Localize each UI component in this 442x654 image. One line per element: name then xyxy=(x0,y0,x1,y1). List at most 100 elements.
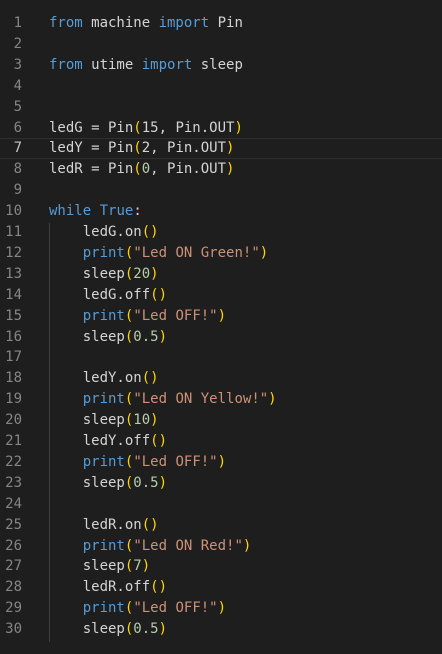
code-token: print xyxy=(82,244,125,261)
code-token: "Led ON Red!" xyxy=(133,537,243,554)
code-line[interactable]: 16 sleep(0.5) xyxy=(0,327,442,348)
code-line[interactable]: 8 ledR = Pin(0, Pin.OUT) xyxy=(0,159,442,180)
line-number: 2 xyxy=(13,35,22,52)
code-token: ) xyxy=(268,391,277,408)
code-text: sleep(0.5) xyxy=(49,327,167,348)
code-line[interactable]: 21 ledY.off() xyxy=(0,431,442,452)
code-text: sleep(10) xyxy=(49,410,159,431)
code-line[interactable]: 1 from machine import Pin xyxy=(0,13,442,34)
code-token: sleep xyxy=(49,621,125,638)
line-number: 19 xyxy=(5,391,22,408)
code-token: while xyxy=(49,203,92,220)
code-token: True xyxy=(99,203,134,220)
code-text: while True: xyxy=(49,201,142,222)
code-line[interactable]: 13 sleep(20) xyxy=(0,264,442,285)
code-token: ledR.on xyxy=(49,516,142,533)
code-line[interactable]: 12 print("Led ON Green!") xyxy=(0,243,442,264)
code-line[interactable]: 3 from utime import sleep xyxy=(0,55,442,76)
code-line[interactable]: 10 while True: xyxy=(0,201,442,222)
code-token: ( xyxy=(133,161,142,178)
code-editor[interactable]: 1 from machine import Pin 2 3 from utime imp… xyxy=(0,0,442,654)
code-line[interactable]: 14 ledG.off() xyxy=(0,285,442,306)
code-line[interactable]: 29 print("Led OFF!") xyxy=(0,598,442,619)
code-token: print xyxy=(82,391,125,408)
code-line[interactable]: 27 sleep(7) xyxy=(0,556,442,577)
code-token: "Led ON Green!" xyxy=(133,244,260,261)
code-line[interactable]: 26 print("Led ON Red!") xyxy=(0,536,442,557)
code-line[interactable]: 25 ledR.on() xyxy=(0,515,442,536)
code-line[interactable]: 24 xyxy=(0,494,442,515)
code-text: ledY.on() xyxy=(49,368,159,389)
code-text: ledG.off() xyxy=(49,285,167,306)
code-line[interactable]: 17 xyxy=(0,347,442,368)
line-number: 1 xyxy=(13,15,22,31)
code-text: ledG.on() xyxy=(49,222,159,243)
line-number: 15 xyxy=(5,307,22,324)
code-line[interactable]: 7 ledY = Pin(2, Pin.OUT) xyxy=(0,138,442,160)
code-text: sleep(0.5) xyxy=(49,619,167,640)
code-token: ) xyxy=(141,558,151,575)
line-number: 6 xyxy=(13,119,22,136)
code-token: ) xyxy=(226,161,235,178)
line-number: 5 xyxy=(13,98,22,115)
code-token: sleep xyxy=(192,56,243,73)
code-token: 20 xyxy=(133,265,151,282)
code-token: ) xyxy=(150,265,159,282)
code-token: ) xyxy=(158,328,168,345)
code-token: "Led OFF!" xyxy=(133,307,218,324)
code-line[interactable]: 9 xyxy=(0,180,442,201)
code-line[interactable]: 2 xyxy=(0,34,442,55)
code-token: print xyxy=(82,307,125,324)
code-line[interactable]: 19 print("Led ON Yellow!") xyxy=(0,389,442,410)
code-token: ) xyxy=(259,244,269,261)
code-token: ) xyxy=(217,453,227,470)
code-text: print("Led OFF!") xyxy=(49,452,226,473)
code-token: "Led OFF!" xyxy=(133,453,218,470)
code-text: ledR = Pin(0, Pin.OUT) xyxy=(49,159,234,180)
code-token: ) xyxy=(150,412,159,429)
code-token: utime xyxy=(82,56,142,73)
code-token: ) xyxy=(234,119,243,136)
line-number: 4 xyxy=(13,77,22,94)
code-token: ledY.on xyxy=(49,370,142,387)
code-token: ( xyxy=(133,119,142,136)
code-line[interactable]: 4 xyxy=(0,76,442,97)
code-line[interactable]: 22 print("Led OFF!") xyxy=(0,452,442,473)
code-token: ledG.off xyxy=(49,286,151,303)
code-text: ledR.on() xyxy=(49,515,159,536)
code-token: 7 xyxy=(133,558,142,575)
code-token: ( xyxy=(133,140,142,157)
code-token: () xyxy=(150,579,168,596)
code-text: ledG = Pin(15, Pin.OUT) xyxy=(49,118,243,139)
code-token: 10 xyxy=(133,412,151,429)
code-line[interactable]: 5 xyxy=(0,97,442,118)
code-line[interactable]: 18 ledY.on() xyxy=(0,368,442,389)
code-line[interactable]: 23 sleep(0.5) xyxy=(0,473,442,494)
code-text: print("Led ON Green!") xyxy=(49,243,268,264)
code-text: from utime import sleep xyxy=(49,55,243,76)
line-number: 22 xyxy=(5,453,22,470)
code-line[interactable]: 11 ledG.on() xyxy=(0,222,442,243)
code-token: print xyxy=(82,537,125,554)
code-line[interactable]: 30 sleep(0.5) xyxy=(0,619,442,640)
code-token: ) xyxy=(158,474,168,491)
code-text: ledY = Pin(2, Pin.OUT) xyxy=(49,139,234,158)
code-line[interactable]: 28 ledR.off() xyxy=(0,577,442,598)
code-line[interactable]: 6 ledG = Pin(15, Pin.OUT) xyxy=(0,118,442,139)
code-token: "Led OFF!" xyxy=(133,600,218,617)
line-number: 7 xyxy=(13,140,22,157)
code-line[interactable]: 15 print("Led OFF!") xyxy=(0,306,442,327)
code-line[interactable]: 20 sleep(10) xyxy=(0,410,442,431)
code-text: ledR.off() xyxy=(49,577,167,598)
code-token: ) xyxy=(217,307,227,324)
line-number: 18 xyxy=(5,370,22,387)
line-number: 3 xyxy=(13,56,22,73)
line-number: 28 xyxy=(5,579,22,596)
line-number: 11 xyxy=(5,224,22,240)
line-number: 26 xyxy=(5,537,22,554)
code-text: print("Led OFF!") xyxy=(49,598,226,619)
line-number: 27 xyxy=(5,558,22,575)
